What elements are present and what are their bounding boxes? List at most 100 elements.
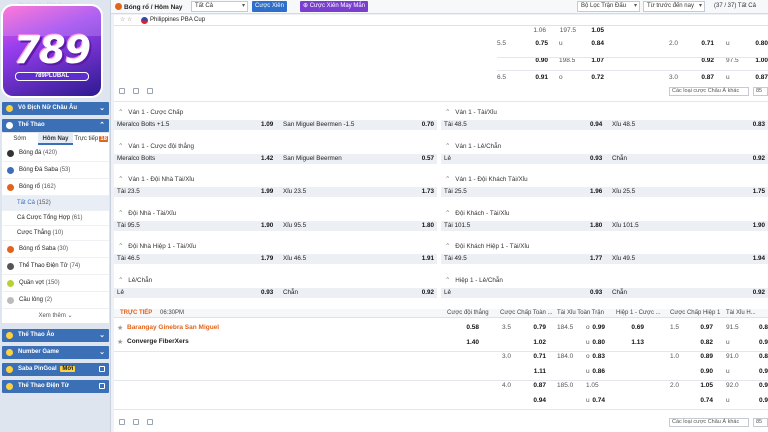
- odds-value[interactable]: 0.92: [753, 154, 765, 164]
- selection-label[interactable]: Chẵn: [612, 288, 627, 298]
- collapse-icon[interactable]: [119, 419, 125, 425]
- odds-value[interactable]: 1.13: [616, 339, 644, 346]
- market-title[interactable]: ⌃ Ván 1 - Lẻ/Chẵn: [445, 143, 501, 150]
- collapse-toggle-icon[interactable]: ⌃: [445, 243, 450, 250]
- sidebar-item-the-thao-ao[interactable]: Thể Thao Ảo ⌄: [2, 329, 109, 342]
- odds-value[interactable]: 0.72: [582, 74, 604, 81]
- collapse-toggle-icon[interactable]: ⌃: [445, 176, 450, 183]
- collapse-icon[interactable]: [119, 88, 125, 94]
- market-title[interactable]: ⌃ Đội Khách Hiệp 1 - Tài/Xỉu: [445, 243, 529, 250]
- tab-som[interactable]: Sớm: [2, 133, 38, 145]
- odds-value[interactable]: 0.84: [582, 40, 604, 47]
- market-title[interactable]: ⌃ Đội Nhà - Tài/Xỉu: [118, 210, 176, 217]
- collapse-toggle-icon[interactable]: ⌃: [445, 109, 450, 116]
- odds-value[interactable]: 1.80: [590, 221, 602, 231]
- selection-label[interactable]: Tài 101.5: [444, 221, 470, 231]
- odds-value[interactable]: 0.89: [689, 353, 713, 360]
- odds-value[interactable]: 1.40: [447, 339, 479, 346]
- collapse-toggle-icon[interactable]: ⌃: [118, 143, 123, 150]
- brand-logo[interactable]: 789 789PLUBAL: [3, 6, 101, 96]
- odds-value[interactable]: 0.70: [422, 120, 434, 130]
- odds-value[interactable]: 0.8: [752, 353, 768, 360]
- odds-value[interactable]: 1.42: [261, 154, 273, 164]
- odds-value[interactable]: 0.71: [522, 353, 546, 360]
- odds-value[interactable]: 0.74: [580, 397, 605, 404]
- chevron-down-icon[interactable]: ⌄: [99, 329, 105, 342]
- market-title[interactable]: ⌃ Đội Nhà Hiệp 1 - Tài/Xỉu: [118, 243, 196, 250]
- sidebar-item-quan-vot[interactable]: Quần vợt (150): [2, 275, 109, 292]
- selection-label[interactable]: Xỉu 25.5: [612, 187, 635, 197]
- sidebar-item-bong-ro-saba[interactable]: Bóng rổ Saba (30): [2, 241, 109, 258]
- odds-value[interactable]: 0.90: [526, 57, 548, 64]
- external-link-icon[interactable]: [99, 366, 105, 372]
- selection-label[interactable]: Lẻ: [117, 288, 124, 298]
- odds-value[interactable]: 0.9: [752, 339, 768, 346]
- favorite-star-icon[interactable]: ★: [117, 338, 123, 346]
- market-count-select[interactable]: 85: [753, 87, 768, 96]
- selection-label[interactable]: Xỉu 46.5: [283, 254, 306, 264]
- odds-value[interactable]: 0.75: [526, 40, 548, 47]
- odds-value[interactable]: 0.74: [689, 397, 713, 404]
- odds-value[interactable]: 1.09: [261, 120, 273, 130]
- sidebar-item-number-game[interactable]: Number Game ⌄: [2, 346, 109, 359]
- collapse-toggle-icon[interactable]: ⌃: [118, 109, 123, 116]
- odds-value[interactable]: 1.90: [753, 221, 765, 231]
- selection-label[interactable]: San Miguel Beermen: [283, 154, 342, 164]
- sidebar-item-saba-pingoal[interactable]: Saba PinGoal Mới: [2, 363, 109, 376]
- sidebar-item-bong-da[interactable]: Bóng đá (420): [2, 145, 109, 162]
- selection-label[interactable]: Xỉu 23.5: [283, 187, 306, 197]
- tab-truc-tiep[interactable]: Trực tiếp 18: [73, 133, 109, 145]
- market-title[interactable]: ⌃ Đội Khách - Tài/Xỉu: [445, 210, 509, 217]
- selection-label[interactable]: Tài 25.5: [444, 187, 467, 197]
- odds-value[interactable]: 0.79: [522, 324, 546, 331]
- market-title[interactable]: ⌃ Ván 1 - Cược đội thắng: [118, 143, 194, 150]
- odds-value[interactable]: 1.94: [753, 254, 765, 264]
- match-filter-select[interactable]: Bộ Lọc Trận Đấu ▾: [577, 1, 640, 12]
- odds-value[interactable]: 1.80: [422, 221, 434, 231]
- selection-label[interactable]: Tài 46.5: [117, 254, 140, 264]
- league-header[interactable]: ☆ ☆ Philippines PBA Cup: [114, 15, 768, 26]
- market-count-select[interactable]: 85: [753, 418, 768, 427]
- selection-label[interactable]: Chẵn: [612, 154, 627, 164]
- market-title[interactable]: ⌃ Ván 1 - Đội Khách Tài/Xỉu: [445, 176, 528, 183]
- odds-value[interactable]: 0.93: [590, 154, 602, 164]
- odds-value[interactable]: 1.73: [422, 187, 434, 197]
- selection-label[interactable]: Tài 95.5: [117, 221, 140, 231]
- market-title[interactable]: ⌃ Hiệp 1 - Lẻ/Chẵn: [445, 277, 503, 284]
- stats-icon[interactable]: [133, 419, 139, 425]
- collapse-toggle-icon[interactable]: ⌃: [445, 143, 450, 150]
- sidebar-item-esports[interactable]: Thể Thao Điện Tử (74): [2, 258, 109, 275]
- sidebar-section-the-thao[interactable]: Thể Thao ⌃: [2, 119, 109, 132]
- market-title[interactable]: ⌃ Ván 1 - Đội Nhà Tài/Xỉu: [118, 176, 194, 183]
- odds-value[interactable]: 0.9: [752, 382, 768, 389]
- selection-label[interactable]: Tài 23.5: [117, 187, 140, 197]
- sidebar-subitem-cuoc-thang[interactable]: Cược Thắng (10): [2, 226, 109, 241]
- odds-value[interactable]: 0.94: [522, 397, 546, 404]
- collapse-toggle-icon[interactable]: ⌃: [118, 243, 123, 250]
- selection-label[interactable]: Xỉu 101.5: [612, 221, 639, 231]
- odds-value[interactable]: 0.97: [689, 324, 713, 331]
- odds-value[interactable]: 1.99: [261, 187, 273, 197]
- odds-value[interactable]: 0.93: [590, 288, 602, 298]
- selection-label[interactable]: Xỉu 48.5: [612, 120, 635, 130]
- see-more-link[interactable]: Xem thêm ⌄: [2, 309, 109, 323]
- selection-label[interactable]: Chẵn: [283, 288, 298, 298]
- odds-value[interactable]: 0.92: [753, 288, 765, 298]
- odds-value[interactable]: 1.75: [753, 187, 765, 197]
- selection-label[interactable]: Meralco Bolts +1.5: [117, 120, 169, 130]
- parlay-button[interactable]: Cược Xiên: [252, 1, 287, 12]
- selection-label[interactable]: San Miguel Beermen -1.5: [283, 120, 354, 130]
- odds-value[interactable]: 1.02: [522, 339, 546, 346]
- live-tv-icon[interactable]: [147, 419, 153, 425]
- market-title[interactable]: ⌃ Ván 1 - Cược Chấp: [118, 109, 183, 116]
- sidebar-item-bong-da-saba[interactable]: Bóng Đá Saba (53): [2, 162, 109, 179]
- chevron-down-icon[interactable]: ⌄: [99, 346, 105, 359]
- collapse-toggle-icon[interactable]: ⌃: [118, 210, 123, 217]
- external-link-icon[interactable]: [99, 383, 105, 389]
- odds-value[interactable]: 1.90: [261, 221, 273, 231]
- odds-value[interactable]: 0.80: [580, 339, 605, 346]
- selection-label[interactable]: Lẻ: [444, 288, 451, 298]
- star-icon[interactable]: ☆ ☆: [120, 15, 132, 26]
- chevron-down-icon[interactable]: ⌄: [99, 102, 105, 115]
- odds-value[interactable]: 0.58: [447, 324, 479, 331]
